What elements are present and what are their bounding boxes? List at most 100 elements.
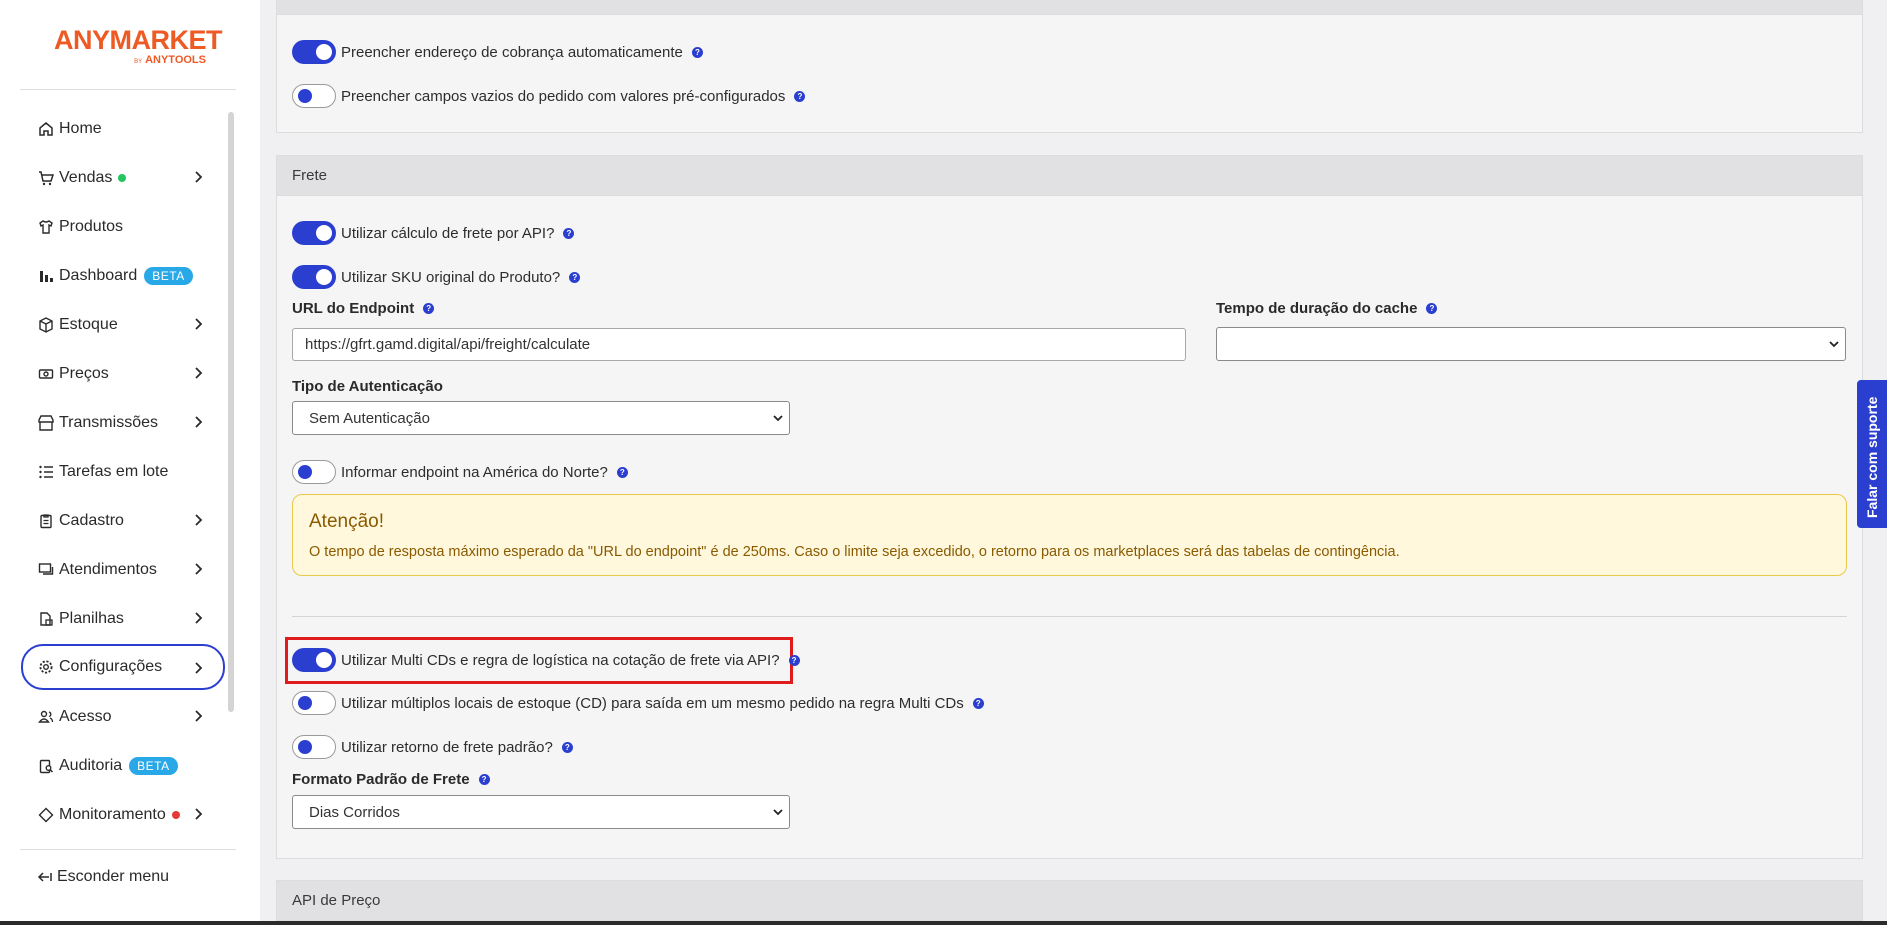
toggle-multi-locais[interactable] — [292, 691, 336, 715]
cart-icon — [37, 169, 55, 187]
help-icon[interactable]: ? — [478, 774, 490, 785]
toggle-row-campos-vazios[interactable]: Preencher campos vazios do pedido com va… — [292, 84, 806, 108]
toggle-multi-cds[interactable] — [292, 648, 336, 672]
sidebar-item-acesso[interactable]: Acesso — [21, 692, 225, 741]
chevron-right-icon — [195, 318, 203, 330]
help-icon[interactable]: ? — [788, 654, 800, 666]
help-icon[interactable]: ? — [616, 466, 628, 478]
sidebar-item-label: Auditoria — [59, 756, 123, 774]
auth-label: Tipo de Autenticação — [292, 378, 443, 395]
toggle-frete-padrao[interactable] — [292, 735, 336, 759]
store-icon — [37, 414, 55, 432]
sidebar-item-label: Tarefas em lote — [59, 462, 169, 480]
chevron-right-icon — [195, 514, 203, 526]
list-icon — [37, 463, 55, 481]
pedido-settings-card — [276, 0, 1863, 133]
window-bottom-edge — [0, 921, 1887, 925]
sidebar-item-label: Dashboard — [59, 266, 138, 284]
sidebar-item-produtos[interactable]: Produtos — [21, 202, 225, 251]
sidebar-item-auditoria[interactable]: Auditoria BETA — [21, 741, 225, 790]
chevron-right-icon — [195, 171, 203, 183]
formato-label: Formato Padrão de Frete ? — [292, 771, 490, 788]
users-icon — [37, 708, 55, 726]
sidebar-item-transmissoes[interactable]: Transmissões — [21, 398, 225, 447]
sidebar: ANYMARKET BY ANYTOOLS Home Vendas Produto… — [0, 0, 260, 925]
audit-icon — [37, 757, 55, 775]
chevron-right-icon — [195, 563, 203, 575]
help-icon[interactable]: ? — [972, 697, 984, 709]
toggle-sku[interactable] — [292, 265, 336, 289]
hide-menu-button[interactable]: Esconder menu — [37, 868, 169, 886]
sidebar-divider-top — [20, 89, 236, 90]
sidebar-item-label: Preços — [59, 364, 109, 382]
sidebar-item-atendimentos[interactable]: Atendimentos — [21, 545, 225, 594]
sidebar-item-label: Estoque — [59, 315, 118, 333]
sidebar-item-label: Cadastro — [59, 511, 124, 529]
sidebar-item-tarefas[interactable]: Tarefas em lote — [21, 447, 225, 496]
brand-maker: BY ANYTOOLS — [134, 54, 206, 66]
sidebar-item-label: Acesso — [59, 707, 112, 725]
api-preco-title: API de Preço — [292, 892, 381, 909]
alert-title: Atenção! — [309, 511, 384, 532]
endpoint-label: URL do Endpoint ? — [292, 300, 435, 317]
toggle-row-sku[interactable]: Utilizar SKU original do Produto? ? — [292, 265, 581, 289]
help-icon[interactable]: ? — [561, 741, 573, 753]
toggle-row-frete-api[interactable]: Utilizar cálculo de frete por API? ? — [292, 221, 575, 245]
chevron-down-icon — [773, 809, 783, 816]
toggle-row-frete-padrao[interactable]: Utilizar retorno de frete padrão? ? — [292, 735, 573, 759]
toggle-label: Utilizar Multi CDs e regra de logística … — [341, 651, 780, 669]
help-icon[interactable]: ? — [563, 227, 575, 239]
clipboard-icon — [37, 512, 55, 530]
cache-label: Tempo de duração do cache ? — [1216, 300, 1438, 317]
sidebar-item-precos[interactable]: Preços — [21, 349, 225, 398]
toggle-frete-api[interactable] — [292, 221, 336, 245]
support-tab[interactable]: Falar com suporte — [1857, 380, 1887, 528]
toggle-row-cobranca[interactable]: Preencher endereço de cobrança automatic… — [292, 40, 703, 64]
toggle-campos-vazios[interactable] — [292, 84, 336, 108]
arrow-left-icon — [37, 872, 52, 882]
help-icon[interactable]: ? — [423, 303, 435, 314]
sidebar-item-label: Vendas — [59, 168, 113, 186]
sidebar-item-configuracoes[interactable]: Configurações — [21, 644, 225, 690]
sidebar-item-label: Monitoramento — [59, 805, 166, 823]
toggle-label: Utilizar retorno de frete padrão? — [341, 738, 553, 756]
anymarket-logo[interactable]: ANYMARKET BY ANYTOOLS — [54, 26, 223, 70]
section-divider — [292, 616, 1847, 617]
sidebar-item-vendas[interactable]: Vendas — [21, 153, 225, 202]
toggle-row-multi-locais[interactable]: Utilizar múltiplos locais de estoque (CD… — [292, 691, 984, 715]
chevron-right-icon — [195, 710, 203, 722]
toggle-row-multi-cds[interactable]: Utilizar Multi CDs e regra de logística … — [292, 648, 800, 672]
api-preco-card: API de Preço — [276, 880, 1863, 925]
help-icon[interactable]: ? — [569, 271, 581, 283]
help-icon[interactable]: ? — [794, 90, 806, 102]
endpoint-url-input[interactable]: https://gfrt.gamd.digital/api/freight/ca… — [292, 328, 1186, 361]
sidebar-item-estoque[interactable]: Estoque — [21, 300, 225, 349]
toggle-cobranca[interactable] — [292, 40, 336, 64]
sidebar-item-planilhas[interactable]: Planilhas — [21, 594, 225, 643]
auth-type-value: Sem Autenticação — [309, 409, 430, 427]
sidebar-item-label: Transmissões — [59, 413, 158, 431]
sidebar-item-label: Configurações — [59, 658, 163, 675]
chevron-right-icon — [195, 416, 203, 428]
auth-type-select[interactable]: Sem Autenticação — [292, 401, 790, 435]
sidebar-divider-bottom — [20, 849, 236, 850]
box-icon — [37, 316, 55, 334]
help-icon[interactable]: ? — [1426, 303, 1438, 314]
sidebar-item-cadastro[interactable]: Cadastro — [21, 496, 225, 545]
sidebar-scrollbar[interactable] — [228, 112, 234, 712]
formato-frete-select[interactable]: Dias Corridos — [292, 795, 790, 829]
support-tab-label: Falar com suporte — [1864, 396, 1880, 518]
help-icon[interactable]: ? — [691, 46, 703, 58]
toggle-row-america-norte[interactable]: Informar endpoint na América do Norte? ? — [292, 460, 628, 484]
toggle-america-norte[interactable] — [292, 460, 336, 484]
status-dot-red — [171, 810, 180, 819]
bar-chart-icon — [37, 267, 55, 285]
sidebar-item-monitoramento[interactable]: Monitoramento — [21, 790, 225, 839]
shirt-icon — [37, 218, 55, 236]
cache-duration-select[interactable] — [1216, 327, 1846, 361]
sidebar-nav: Home Vendas Produtos Dashboard BETA Esto… — [21, 104, 225, 839]
sheet-icon — [37, 610, 55, 628]
sidebar-item-dashboard[interactable]: Dashboard BETA — [21, 251, 225, 300]
sidebar-item-home[interactable]: Home — [21, 104, 225, 153]
toggle-label: Utilizar cálculo de frete por API? — [341, 224, 555, 242]
